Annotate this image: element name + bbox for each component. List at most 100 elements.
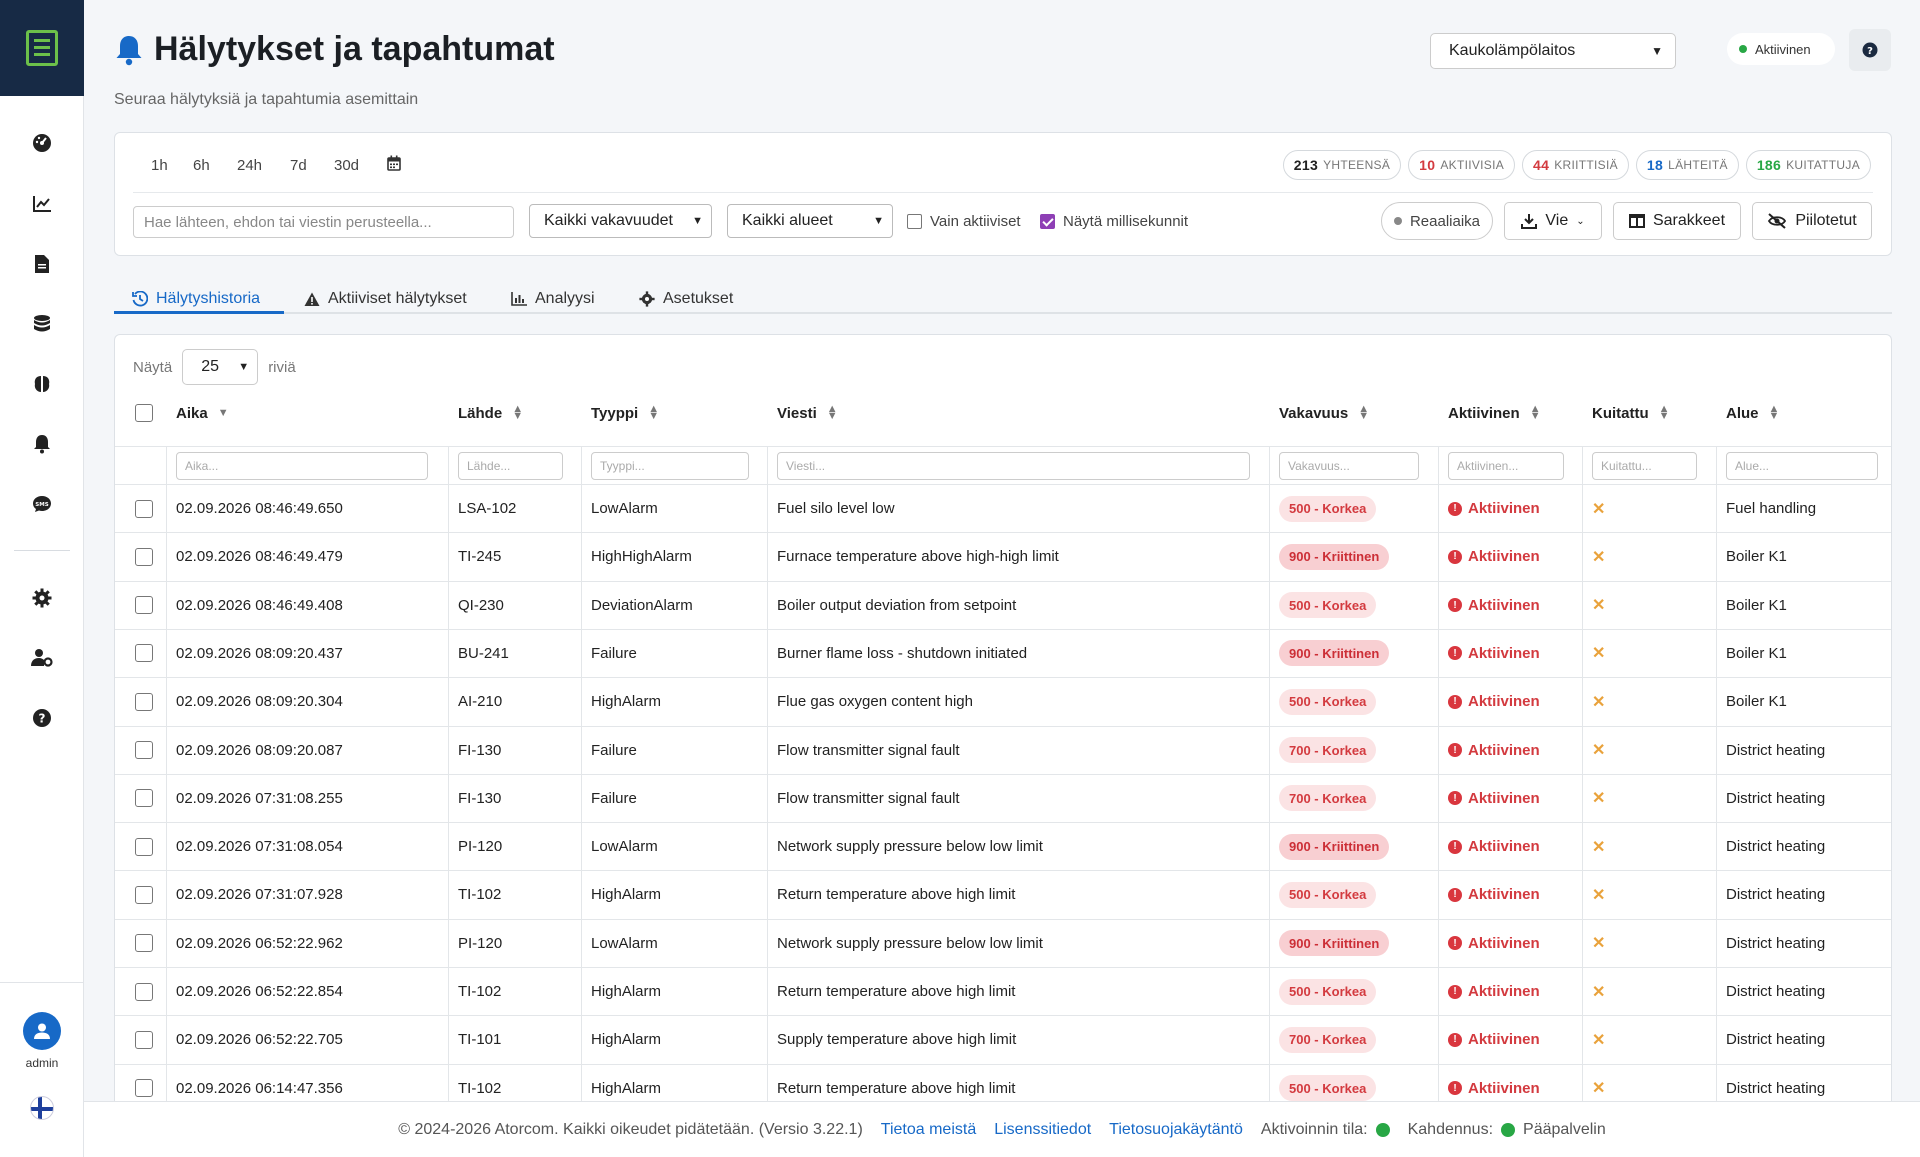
row-checkbox-box[interactable] bbox=[135, 499, 153, 518]
time-range-30d[interactable]: 30d bbox=[334, 157, 359, 174]
license-link[interactable]: Lisenssitiedot bbox=[994, 1121, 1091, 1139]
filter-source-input[interactable]: Lähde... bbox=[458, 451, 563, 480]
sms-icon[interactable]: SMS bbox=[30, 492, 54, 516]
not-acknowledged-icon[interactable]: ✕ bbox=[1592, 595, 1605, 615]
filter-message-input[interactable]: Viesti... bbox=[777, 451, 1250, 480]
user-cog-icon[interactable] bbox=[30, 646, 54, 670]
realtime-button[interactable]: Reaaliaika bbox=[1381, 202, 1493, 240]
filter-type-input[interactable]: Tyyppi... bbox=[591, 451, 749, 480]
not-acknowledged-icon[interactable]: ✕ bbox=[1592, 740, 1605, 760]
table-row[interactable]: 02.09.2026 08:46:49.650 LSA-102 LowAlarm Fu… bbox=[115, 484, 1891, 532]
page-size-select[interactable]: 25 ▼ bbox=[182, 349, 259, 385]
document-icon[interactable] bbox=[30, 252, 54, 276]
time-range-24h[interactable]: 24h bbox=[237, 157, 262, 174]
not-acknowledged-icon[interactable]: ✕ bbox=[1592, 837, 1605, 857]
not-acknowledged-icon[interactable]: ✕ bbox=[1592, 788, 1605, 808]
column-header-area[interactable]: Alue ▲ ▼ bbox=[1726, 395, 1779, 431]
row-checkbox-box[interactable] bbox=[135, 644, 153, 663]
row-checkbox-box[interactable] bbox=[135, 982, 153, 1001]
not-acknowledged-icon[interactable]: ✕ bbox=[1592, 982, 1605, 1002]
column-header-acknowledged[interactable]: Kuitattu ▲ ▼ bbox=[1592, 395, 1670, 431]
select-all-checkbox[interactable] bbox=[135, 395, 153, 431]
filter-time-input[interactable]: Aika... bbox=[176, 451, 428, 480]
table-row[interactable]: 02.09.2026 08:09:20.087 FI-130 Failure Flow… bbox=[115, 725, 1891, 774]
brain-icon[interactable] bbox=[30, 372, 54, 396]
filter-acknowledged-input[interactable]: Kuitattu... bbox=[1592, 451, 1697, 480]
privacy-link[interactable]: Tietosuojakäytäntö bbox=[1109, 1121, 1243, 1139]
not-acknowledged-icon[interactable]: ✕ bbox=[1592, 643, 1605, 663]
column-header-source[interactable]: Lähde ▲ ▼ bbox=[458, 395, 523, 431]
row-checkbox[interactable] bbox=[135, 823, 153, 870]
row-checkbox-box[interactable] bbox=[135, 741, 153, 759]
show-ms-checkbox-box[interactable] bbox=[1040, 214, 1055, 229]
row-checkbox-box[interactable] bbox=[135, 885, 153, 904]
row-checkbox[interactable] bbox=[135, 533, 153, 580]
show-ms-checkbox[interactable]: Näytä millisekunnit bbox=[1040, 213, 1188, 230]
row-checkbox[interactable] bbox=[135, 727, 153, 774]
columns-button[interactable]: Sarakkeet bbox=[1613, 202, 1741, 240]
only-active-checkbox[interactable]: Vain aktiiviset bbox=[907, 213, 1021, 230]
not-acknowledged-icon[interactable]: ✕ bbox=[1592, 933, 1605, 953]
search-input[interactable]: Hae lähteen, ehdon tai viestin perusteel… bbox=[133, 206, 514, 238]
row-checkbox[interactable] bbox=[135, 678, 153, 725]
row-checkbox[interactable] bbox=[135, 630, 153, 677]
app-logo[interactable] bbox=[0, 0, 84, 96]
filter-active-input[interactable]: Aktiivinen... bbox=[1448, 451, 1564, 480]
tab-settings[interactable]: Asetukset bbox=[639, 284, 733, 314]
tab-active-alarms[interactable]: Aktiiviset hälytykset bbox=[304, 284, 467, 314]
table-row[interactable]: 02.09.2026 08:09:20.437 BU-241 Failure Burn… bbox=[115, 628, 1891, 677]
database-icon[interactable] bbox=[30, 312, 54, 336]
column-header-time[interactable]: Aika ▼ bbox=[176, 395, 229, 431]
filter-area-input[interactable]: Alue... bbox=[1726, 451, 1878, 480]
time-range-6h[interactable]: 6h bbox=[193, 157, 210, 174]
settings-icon[interactable] bbox=[30, 586, 54, 610]
time-range-1h[interactable]: 1h bbox=[151, 157, 168, 174]
only-active-checkbox-box[interactable] bbox=[907, 214, 922, 229]
column-header-type[interactable]: Tyyppi ▲ ▼ bbox=[591, 395, 659, 431]
filter-severity-input[interactable]: Vakavuus... bbox=[1279, 451, 1419, 480]
column-header-active[interactable]: Aktiivinen ▲ ▼ bbox=[1448, 395, 1541, 431]
table-row[interactable]: 02.09.2026 07:31:08.054 PI-120 LowAlarm Net… bbox=[115, 822, 1891, 871]
row-checkbox[interactable] bbox=[135, 920, 153, 967]
table-row[interactable]: 02.09.2026 06:52:22.962 PI-120 LowAlarm Net… bbox=[115, 918, 1891, 967]
time-range-7d[interactable]: 7d bbox=[290, 157, 307, 174]
column-header-severity[interactable]: Vakavuus ▲ ▼ bbox=[1279, 395, 1369, 431]
not-acknowledged-icon[interactable]: ✕ bbox=[1592, 1078, 1605, 1098]
row-checkbox-box[interactable] bbox=[135, 837, 153, 856]
not-acknowledged-icon[interactable]: ✕ bbox=[1592, 1030, 1605, 1050]
row-checkbox[interactable] bbox=[135, 582, 153, 629]
bell-icon[interactable] bbox=[30, 432, 54, 456]
row-checkbox-box[interactable] bbox=[135, 547, 153, 566]
row-checkbox[interactable] bbox=[135, 775, 153, 822]
not-acknowledged-icon[interactable]: ✕ bbox=[1592, 885, 1605, 905]
row-checkbox-box[interactable] bbox=[135, 934, 153, 953]
about-link[interactable]: Tietoa meistä bbox=[881, 1121, 976, 1139]
row-checkbox-box[interactable] bbox=[135, 1030, 153, 1049]
row-checkbox-box[interactable] bbox=[135, 596, 153, 615]
dashboard-icon[interactable] bbox=[30, 131, 54, 155]
area-select[interactable]: Kaikki alueet ▼ bbox=[727, 204, 893, 238]
chart-line-icon[interactable] bbox=[30, 192, 54, 216]
row-checkbox[interactable] bbox=[135, 485, 153, 532]
severity-select[interactable]: Kaikki vakavuudet ▼ bbox=[529, 204, 712, 238]
export-button[interactable]: Vie ⌄ bbox=[1504, 202, 1602, 240]
select-all-checkbox-box[interactable] bbox=[135, 404, 153, 422]
user-avatar[interactable] bbox=[23, 1012, 61, 1050]
help-button[interactable]: ? bbox=[1849, 29, 1891, 71]
finnish-flag-icon[interactable] bbox=[30, 1096, 54, 1120]
help-icon[interactable]: ? bbox=[30, 706, 54, 730]
row-checkbox-box[interactable] bbox=[135, 692, 153, 711]
row-checkbox-box[interactable] bbox=[135, 789, 153, 808]
not-acknowledged-icon[interactable]: ✕ bbox=[1592, 547, 1605, 567]
table-row[interactable]: 02.09.2026 06:52:22.854 TI-102 HighAlarm Re… bbox=[115, 967, 1891, 1015]
tab-alarm-history[interactable]: Hälytyshistoria bbox=[132, 284, 260, 314]
row-checkbox[interactable] bbox=[135, 968, 153, 1015]
table-row[interactable]: 02.09.2026 08:46:49.408 QI-230 DeviationAl… bbox=[115, 580, 1891, 629]
not-acknowledged-icon[interactable]: ✕ bbox=[1592, 499, 1605, 519]
table-row[interactable]: 02.09.2026 06:52:22.705 TI-101 HighAlarm Su… bbox=[115, 1015, 1891, 1064]
table-row[interactable]: 02.09.2026 07:31:08.255 FI-130 Failure Flow… bbox=[115, 773, 1891, 822]
tab-analysis[interactable]: Analyysi bbox=[511, 284, 595, 314]
column-header-message[interactable]: Viesti ▲ ▼ bbox=[777, 395, 838, 431]
table-row[interactable]: 02.09.2026 07:31:07.928 TI-102 HighAlarm Re… bbox=[115, 870, 1891, 918]
row-checkbox[interactable] bbox=[135, 871, 153, 918]
